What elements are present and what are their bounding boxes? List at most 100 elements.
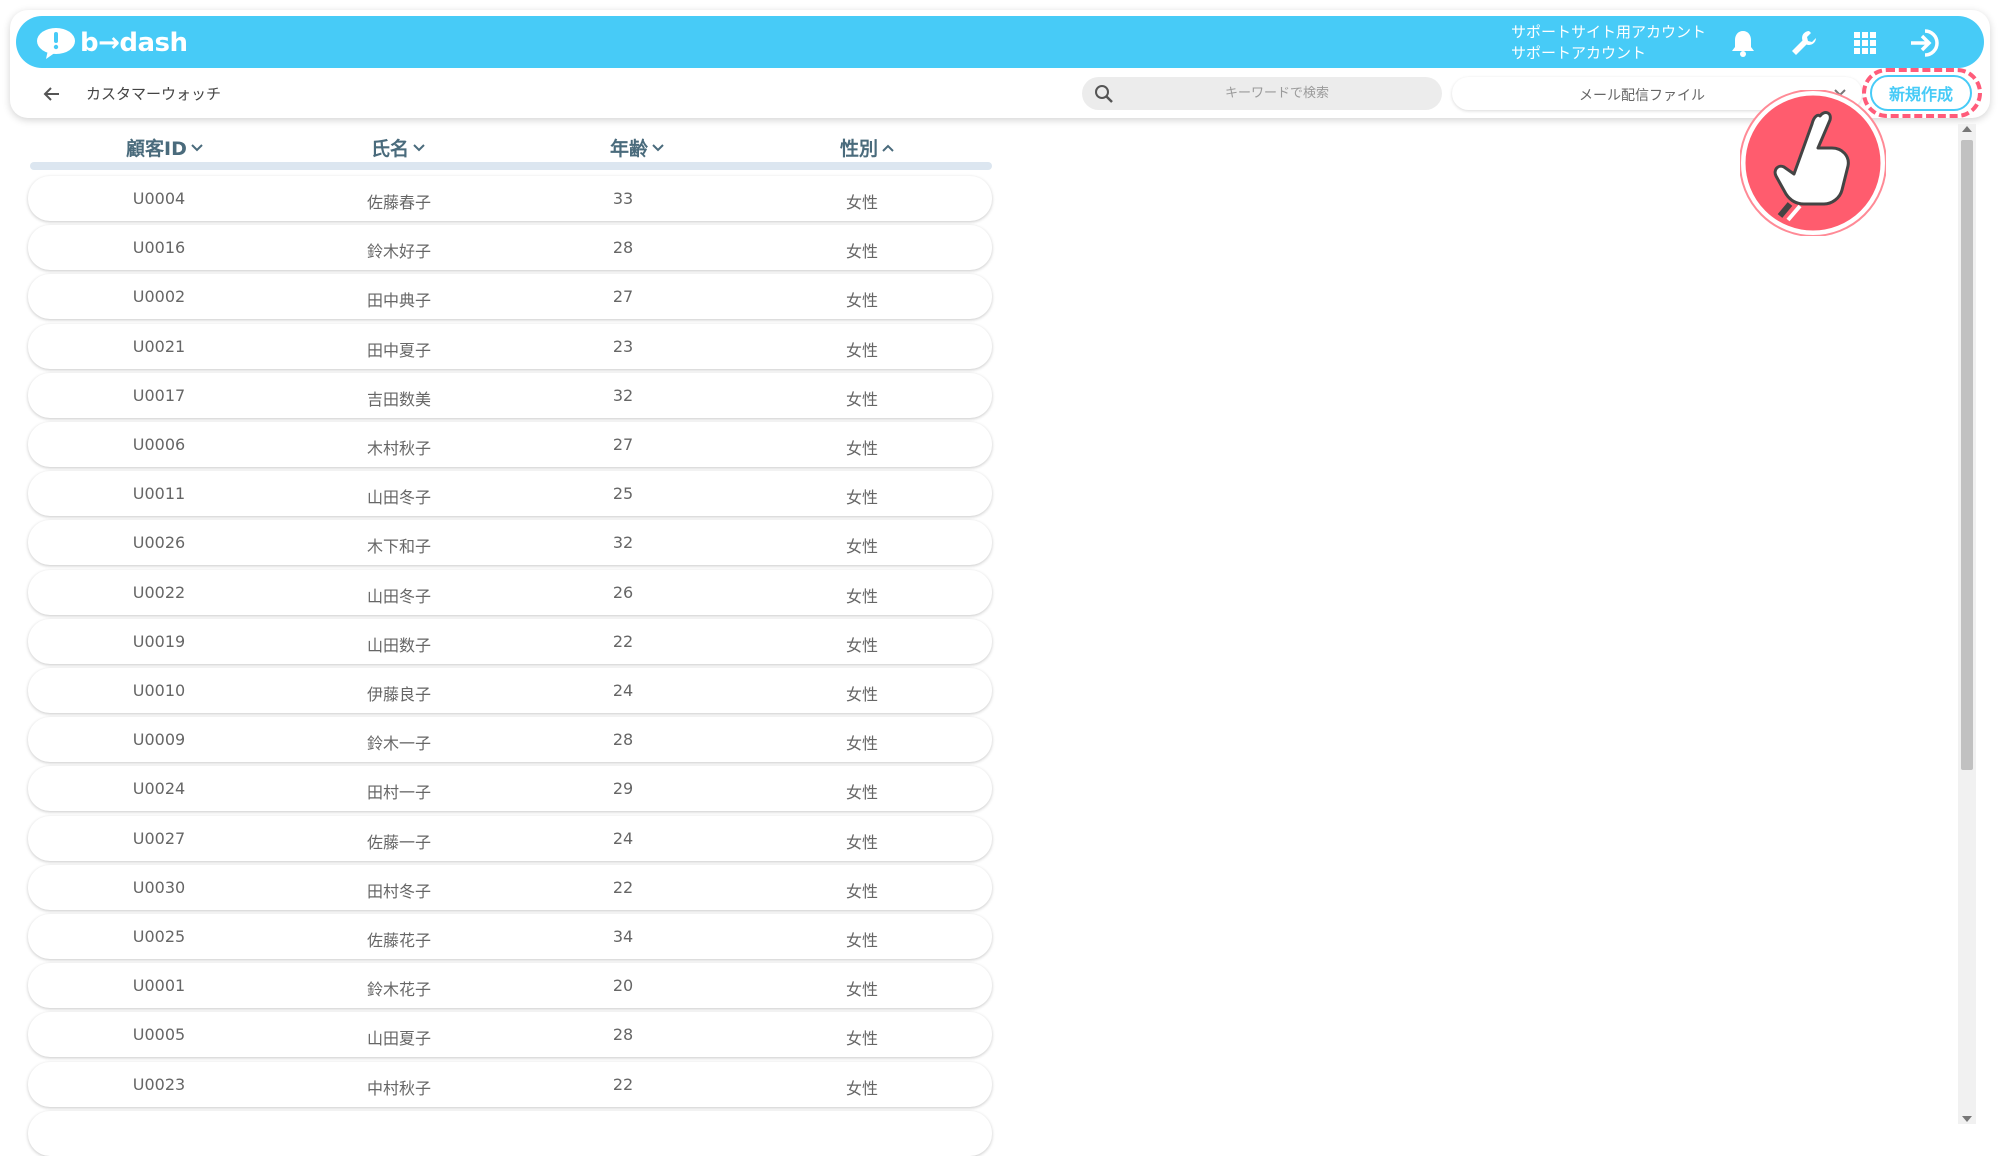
cell-customer-id: U0006 — [132, 435, 186, 454]
table-row[interactable]: U0009 鈴木一子 28 女性 — [28, 717, 992, 763]
cell-age: 24 — [612, 681, 634, 700]
cell-age: 29 — [612, 779, 634, 799]
column-header-age[interactable]: 年齢 — [610, 134, 665, 161]
cell-age: 25 — [612, 484, 634, 504]
table-row[interactable]: U0006 木村秋子 27 女性 — [28, 422, 992, 467]
cell-gender: 女性 — [845, 635, 878, 655]
cell-customer-id: U0009 — [132, 730, 186, 750]
table-row[interactable]: U0010 伊藤良子 24 女性 — [28, 668, 992, 713]
search-input[interactable] — [1122, 77, 1432, 110]
cell-name: 山田夏子 — [366, 1029, 431, 1049]
back-arrow-icon[interactable] — [40, 82, 64, 106]
cell-age: 22 — [612, 631, 634, 651]
bell-icon[interactable] — [1726, 26, 1760, 60]
table-row[interactable]: U0022 山田冬子 26 女性 — [28, 569, 992, 615]
table-row[interactable]: U0002 田中典子 27 女性 — [28, 274, 992, 320]
cell-name: 田村冬子 — [366, 881, 431, 901]
cell-customer-id: U0010 — [132, 681, 186, 700]
cell-customer-id: U0024 — [132, 779, 186, 799]
table-row[interactable]: U0017 吉田数美 32 女性 — [28, 372, 992, 418]
table-row[interactable]: U0016 鈴木好子 28 女性 — [28, 225, 992, 271]
cell-customer-id: U0027 — [132, 828, 186, 848]
scroll-down-arrow[interactable] — [1962, 1116, 1972, 1122]
cell-customer-id: U0026 — [132, 533, 186, 553]
cell-age: 27 — [612, 435, 634, 454]
cell-customer-id: U0005 — [132, 1025, 186, 1045]
cell-name: 鈴木花子 — [366, 980, 431, 1000]
hand-pointer-icon — [1739, 89, 1887, 237]
cell-customer-id: U0004 — [132, 189, 186, 208]
cell-customer-id: U0001 — [132, 976, 186, 996]
table-row[interactable]: U0030 田村冬子 22 女性 — [28, 864, 992, 910]
chat-bubble-logo-icon — [36, 26, 76, 60]
cell-customer-id: U0002 — [132, 287, 186, 307]
account-line1: サポートサイト用アカウント — [1511, 23, 1707, 41]
cell-customer-id: U0019 — [132, 631, 186, 651]
column-header-name[interactable]: 氏名 — [371, 134, 426, 161]
logo[interactable]: b→dash — [36, 26, 188, 60]
cell-age: 32 — [612, 533, 634, 553]
cell-name: 山田数子 — [366, 635, 431, 655]
cell-name: 山田冬子 — [366, 586, 431, 606]
logout-icon[interactable] — [1908, 26, 1942, 60]
cell-customer-id: U0021 — [132, 336, 186, 356]
table-row[interactable]: U0001 鈴木花子 20 女性 — [28, 963, 992, 1009]
cell-age: 26 — [612, 582, 634, 602]
cell-gender: 女性 — [845, 783, 878, 803]
scroll-up-arrow[interactable] — [1962, 126, 1972, 132]
cell-name: 中村秋子 — [366, 1078, 431, 1098]
cell-age: 20 — [612, 976, 634, 996]
chevron-up-icon — [882, 144, 894, 152]
scroll-thumb[interactable] — [1961, 140, 1973, 770]
table-row[interactable]: U0025 佐藤花子 34 女性 — [28, 914, 992, 959]
account-info[interactable]: サポートサイト用アカウント サポートアカウント — [1511, 22, 1706, 64]
cell-customer-id: U0030 — [132, 877, 186, 897]
cell-name: 山田冬子 — [366, 488, 431, 508]
table-row[interactable]: U0024 田村一子 29 女性 — [28, 766, 992, 812]
account-line2: サポートアカウント — [1511, 44, 1647, 62]
cell-age: 28 — [612, 1025, 634, 1045]
table-row[interactable]: U0023 中村秋子 22 女性 — [28, 1061, 992, 1107]
cell-gender: 女性 — [845, 439, 878, 458]
cell-gender: 女性 — [845, 980, 878, 1000]
logo-text: b→dash — [80, 28, 188, 58]
table-row[interactable]: U0004 佐藤春子 33 女性 — [28, 176, 992, 221]
search-icon — [1094, 84, 1114, 104]
sub-toolbar: カスタマーウォッチ メール配信ファイル 新規作成 — [10, 68, 1990, 118]
page-title: カスタマーウォッチ — [86, 85, 222, 103]
cell-gender: 女性 — [845, 291, 878, 311]
cell-age: 33 — [612, 189, 634, 208]
header-divider — [30, 162, 992, 170]
table-row-partial[interactable] — [28, 1110, 992, 1156]
search-box[interactable] — [1082, 77, 1442, 110]
cell-gender: 女性 — [845, 340, 878, 360]
table-row[interactable]: U0011 山田冬子 25 女性 — [28, 471, 992, 517]
cell-customer-id: U0016 — [132, 238, 186, 258]
table-row[interactable]: U0027 佐藤一子 24 女性 — [28, 815, 992, 861]
chevron-down-icon — [191, 143, 203, 151]
cell-gender: 女性 — [845, 832, 878, 852]
cell-customer-id: U0023 — [132, 1074, 186, 1094]
table-row[interactable]: U0019 山田数子 22 女性 — [28, 618, 992, 664]
cell-gender: 女性 — [845, 193, 878, 212]
column-header-customer-id[interactable]: 顧客ID — [126, 134, 204, 161]
cell-age: 24 — [612, 828, 634, 848]
table-row[interactable]: U0021 田中夏子 23 女性 — [28, 323, 992, 369]
cell-age: 23 — [612, 336, 634, 356]
column-header-gender[interactable]: 性別 — [840, 134, 895, 161]
cell-age: 22 — [612, 1074, 634, 1094]
grid-icon[interactable] — [1848, 26, 1882, 60]
cell-gender: 女性 — [845, 734, 878, 754]
scrollbar[interactable] — [1958, 124, 1976, 1124]
cell-age: 22 — [612, 877, 634, 897]
top-app-bar: b→dash サポートサイト用アカウント サポートアカウント — [16, 16, 1984, 68]
table-row[interactable]: U0026 木下和子 32 女性 — [28, 520, 992, 566]
table-row[interactable]: U0005 山田夏子 28 女性 — [28, 1012, 992, 1058]
cell-customer-id: U0017 — [132, 385, 186, 405]
chevron-down-icon — [652, 143, 664, 151]
cell-name: 鈴木好子 — [366, 242, 431, 262]
cell-name: 田中典子 — [366, 291, 431, 311]
wrench-icon[interactable] — [1787, 26, 1821, 60]
cell-gender: 女性 — [845, 488, 878, 508]
chevron-down-icon — [413, 143, 425, 151]
